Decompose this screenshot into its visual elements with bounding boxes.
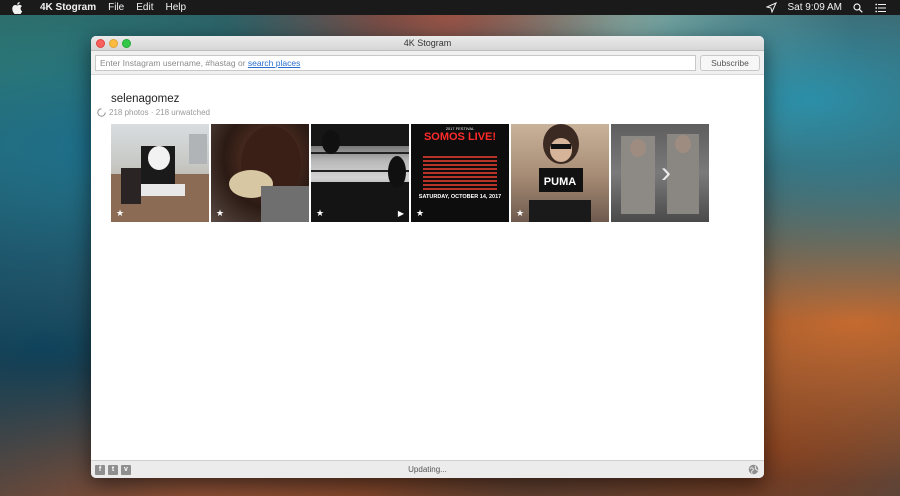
next-arrow-icon[interactable]: ›: [661, 158, 671, 188]
window-controls: [96, 39, 131, 48]
photo-thumbnail[interactable]: ★ ▶: [311, 124, 409, 222]
photo-thumbnail[interactable]: PUMA ★: [511, 124, 609, 222]
photo-grid: ★ ★ ★ ▶ 2017 FESTIVAL SOMOS LIVE! SATURD…: [111, 124, 709, 222]
video-play-icon[interactable]: ▶: [398, 210, 404, 218]
photo-thumbnail[interactable]: 2017 FESTIVAL SOMOS LIVE! SATURDAY, OCTO…: [411, 124, 509, 222]
account-stats: 218 photos · 218 unwatched: [109, 108, 210, 117]
search-placeholder: Enter Instagram username, #hastag or: [100, 57, 248, 68]
toolbar: Enter Instagram username, #hastag or sea…: [91, 51, 764, 75]
close-window-button[interactable]: [96, 39, 105, 48]
photo-thumbnail[interactable]: ★: [111, 124, 209, 222]
menubar-clock[interactable]: Sat 9:09 AM: [788, 2, 842, 13]
main-content: selenagomez 218 photos · 218 unwatched ★: [91, 75, 764, 444]
menu-edit[interactable]: Edit: [136, 2, 153, 13]
menu-bar: 4K Stogram File Edit Help Sat 9:09 AM: [0, 0, 900, 15]
poster-date-text: SATURDAY, OCTOBER 14, 2017: [418, 194, 502, 200]
menu-app-name[interactable]: 4K Stogram: [40, 2, 96, 13]
search-places-link[interactable]: search places: [248, 58, 300, 68]
star-icon[interactable]: ★: [216, 209, 224, 218]
globe-icon[interactable]: [748, 464, 759, 475]
photo-thumbnail[interactable]: ›: [611, 124, 709, 222]
menu-file[interactable]: File: [108, 2, 124, 13]
photo-thumbnail[interactable]: ★: [211, 124, 309, 222]
poster-logo-text: SOMOS LIVE!: [423, 131, 497, 143]
minimize-window-button[interactable]: [109, 39, 118, 48]
spotlight-search-icon[interactable]: [852, 2, 864, 14]
status-text: Updating...: [408, 465, 447, 474]
subscribe-button[interactable]: Subscribe: [700, 54, 760, 71]
title-bar[interactable]: 4K Stogram: [91, 36, 764, 51]
status-bar: f t v Updating...: [91, 460, 764, 478]
star-icon[interactable]: ★: [516, 209, 524, 218]
window-title: 4K Stogram: [403, 38, 452, 48]
location-arrow-icon[interactable]: [766, 2, 778, 14]
apple-icon[interactable]: [12, 1, 24, 14]
zoom-window-button[interactable]: [122, 39, 131, 48]
app-window: 4K Stogram Enter Instagram username, #ha…: [91, 36, 764, 478]
menu-help[interactable]: Help: [165, 2, 186, 13]
loading-spinner-icon: [97, 108, 106, 117]
search-input[interactable]: Enter Instagram username, #hastag or sea…: [95, 54, 696, 71]
star-icon[interactable]: ★: [316, 209, 324, 218]
star-icon[interactable]: ★: [416, 209, 424, 218]
photo-brand-text: PUMA: [543, 176, 577, 188]
star-icon[interactable]: ★: [116, 209, 124, 218]
notification-center-icon[interactable]: [874, 2, 886, 14]
account-name[interactable]: selenagomez: [111, 93, 179, 105]
poster-lineup: [423, 156, 497, 190]
account-stats-row: 218 photos · 218 unwatched: [97, 108, 210, 117]
